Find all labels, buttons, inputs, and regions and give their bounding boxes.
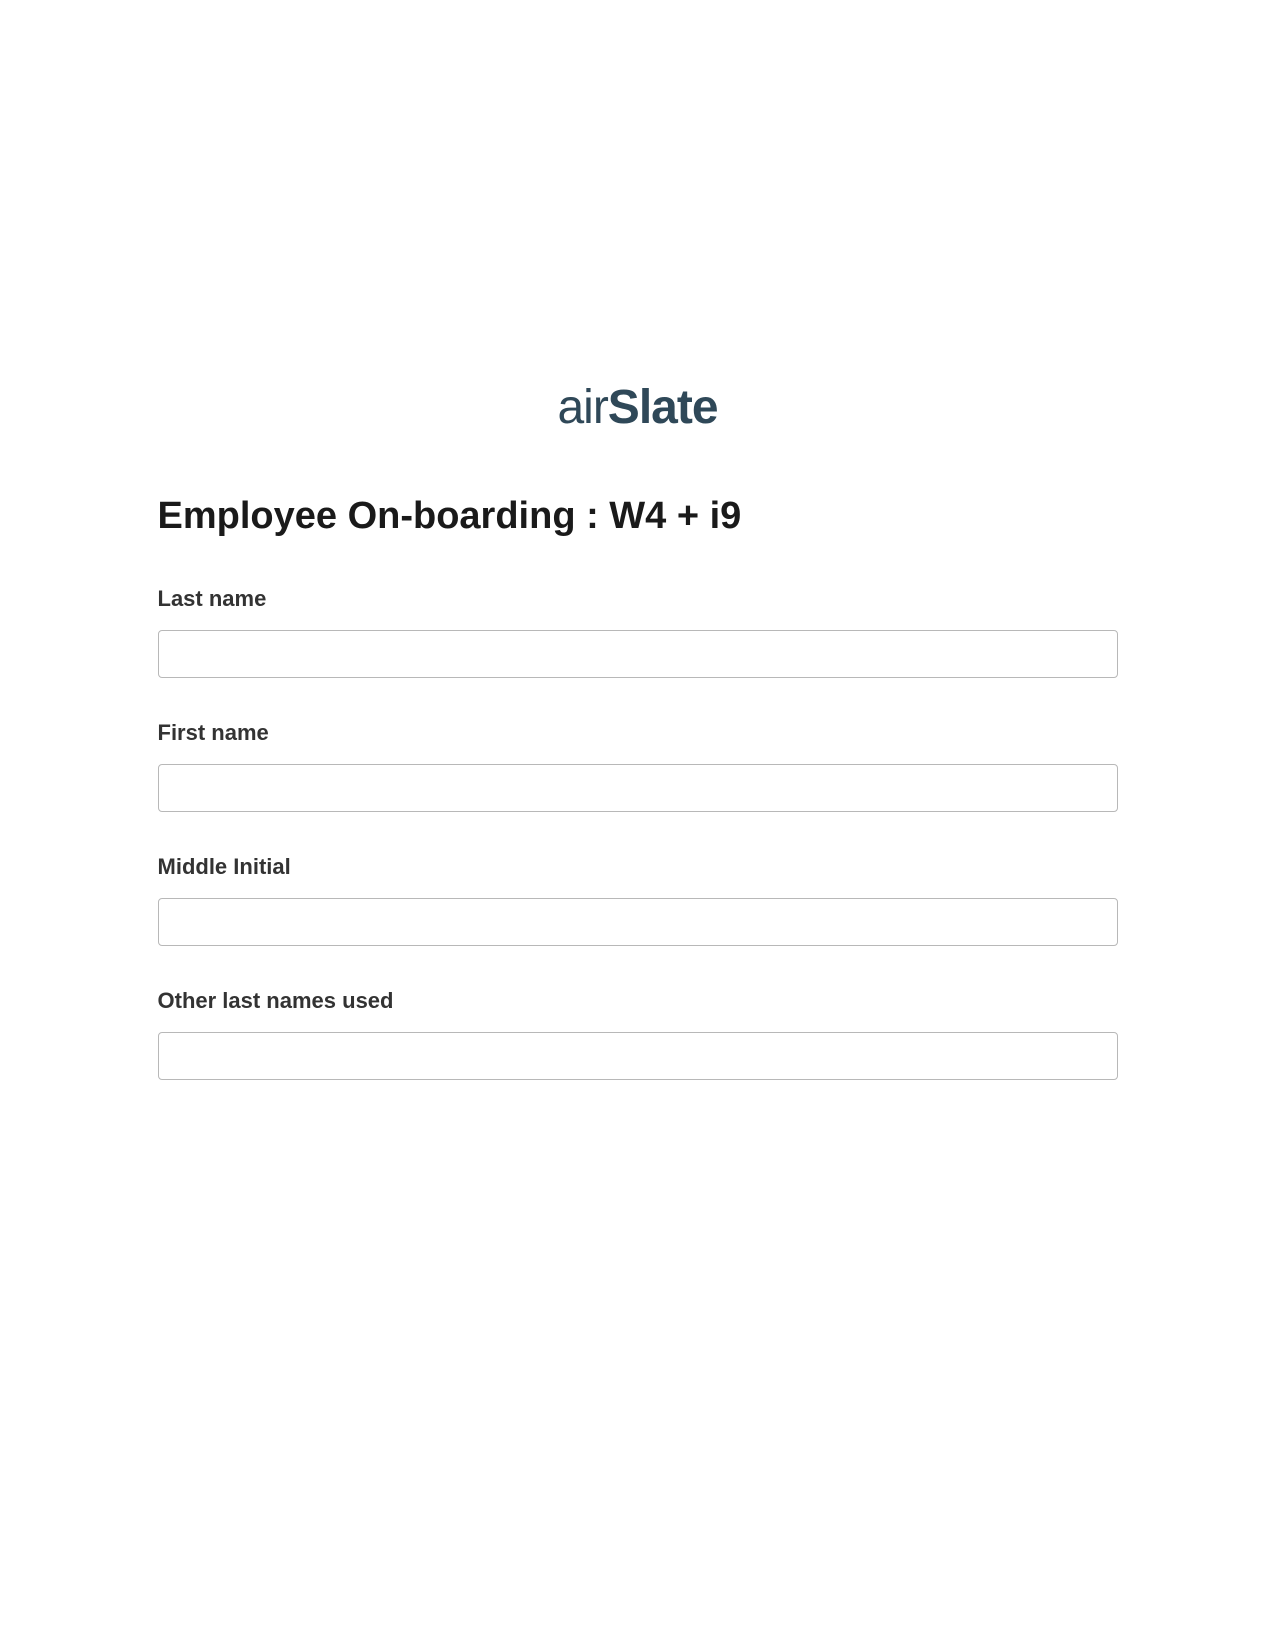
logo-wrapper: airSlate	[158, 380, 1118, 435]
label-other-last-names: Other last names used	[158, 988, 1118, 1014]
form-field-last-name: Last name	[158, 586, 1118, 678]
form-field-other-last-names: Other last names used	[158, 988, 1118, 1080]
input-middle-initial[interactable]	[158, 898, 1118, 946]
input-first-name[interactable]	[158, 764, 1118, 812]
input-other-last-names[interactable]	[158, 1032, 1118, 1080]
form-field-middle-initial: Middle Initial	[158, 854, 1118, 946]
airslate-logo: airSlate	[557, 380, 717, 435]
logo-part-slate: Slate	[608, 381, 718, 434]
logo-part-air: air	[557, 381, 607, 434]
label-first-name: First name	[158, 720, 1118, 746]
label-middle-initial: Middle Initial	[158, 854, 1118, 880]
form-container: airSlate Employee On-boarding : W4 + i9 …	[158, 0, 1118, 1080]
label-last-name: Last name	[158, 586, 1118, 612]
input-last-name[interactable]	[158, 630, 1118, 678]
form-title: Employee On-boarding : W4 + i9	[158, 495, 1118, 538]
form-field-first-name: First name	[158, 720, 1118, 812]
